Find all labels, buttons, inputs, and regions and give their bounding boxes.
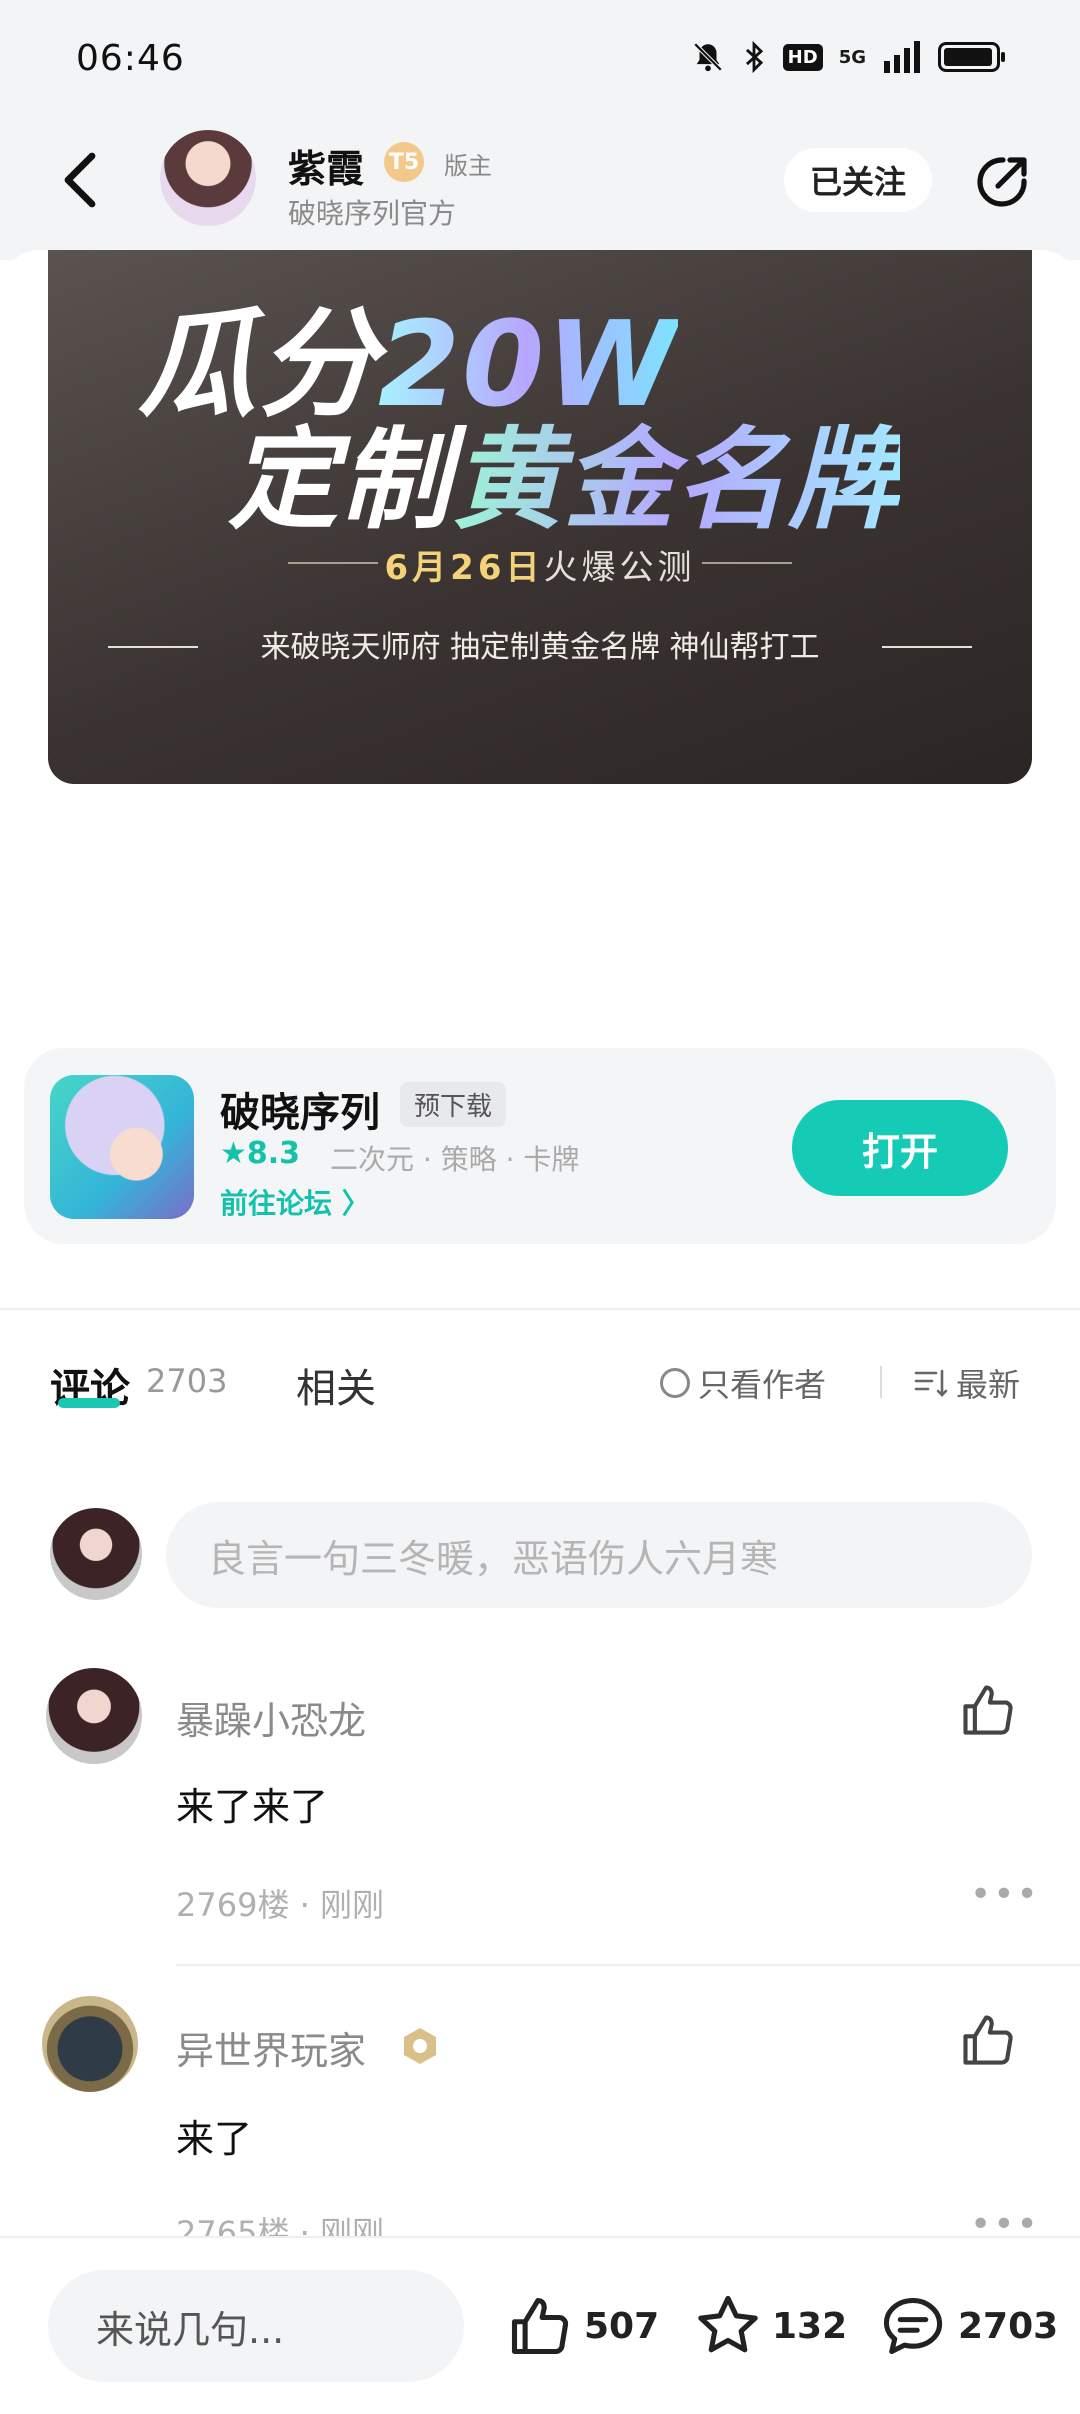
favorite-count: 132 [772, 2305, 848, 2347]
comment-bubble-icon [883, 2297, 943, 2355]
open-game-button[interactable]: 打开 [792, 1100, 1008, 1196]
banner-headline-2: 定制黄金名牌 [228, 416, 900, 544]
thumbs-up-icon[interactable] [958, 2010, 1018, 2070]
chevron-left-icon [64, 152, 96, 208]
sort-button[interactable]: 最新 [914, 1360, 1020, 1406]
comment-button[interactable]: 2703 [878, 2292, 1058, 2360]
my-avatar [50, 1508, 142, 1600]
tab-active-indicator [58, 1398, 120, 1408]
comment-text: 来了 [176, 2117, 253, 2161]
hd-badge: HD [782, 43, 823, 71]
thumbs-up-icon[interactable] [958, 1680, 1018, 1740]
chevron-right-icon: 〉 [341, 1187, 370, 1220]
comment-count: 2703 [146, 1362, 228, 1400]
commenter-name[interactable]: 暴躁小恐龙 [176, 1690, 366, 1745]
thumbs-up-icon [511, 2297, 569, 2355]
comment-input[interactable]: 良言一句三冬暖，恶语伤人六月寒 [166, 1502, 1032, 1608]
commenter-name[interactable]: 异世界玩家 [176, 2020, 366, 2075]
banner-subline: 来破晓天师府 抽定制黄金名牌 神仙帮打工 [260, 630, 820, 665]
forum-link[interactable]: 前往论坛 〉 [220, 1182, 370, 1222]
author-level-badge: T5 [384, 142, 424, 182]
commenter-avatar[interactable] [42, 1996, 138, 2092]
bluetooth-icon [745, 40, 763, 74]
share-icon [977, 157, 1027, 207]
bottom-comment-input[interactable]: 来说几句... [48, 2270, 464, 2382]
share-button[interactable] [966, 146, 1038, 218]
mute-bell-icon [693, 42, 722, 72]
status-icons: HD 5G [691, 40, 1005, 74]
battery-icon [938, 42, 1005, 72]
comment-text: 来了来了 [176, 1785, 329, 1829]
like-count: 507 [584, 2305, 660, 2347]
game-status-tag: 预下载 [400, 1082, 507, 1127]
more-options-icon[interactable]: ••• [970, 1874, 1040, 1915]
author-avatar[interactable] [160, 130, 256, 226]
commenter-avatar[interactable] [46, 1668, 142, 1764]
sort-icon [914, 1369, 948, 1397]
like-button[interactable]: 507 [506, 2292, 659, 2360]
author-subtitle: 破晓序列官方 [288, 197, 457, 230]
back-button[interactable] [50, 150, 110, 210]
signal-icon [884, 41, 920, 73]
section-divider [0, 1308, 1080, 1310]
star-outline-icon [698, 2295, 758, 2353]
hexagon-badge-icon [400, 2026, 440, 2066]
comment-divider [176, 1964, 1080, 1966]
only-author-toggle[interactable]: 只看作者 [660, 1360, 826, 1406]
comment-total: 2703 [958, 2305, 1059, 2347]
banner-date: 6月26日火爆公测 [384, 548, 696, 588]
follow-button[interactable]: 已关注 [784, 148, 932, 212]
favorite-button[interactable]: 132 [694, 2292, 847, 2360]
toolbar-separator [880, 1366, 882, 1398]
network-label: 5G [838, 46, 866, 68]
star-icon: ★ [220, 1136, 247, 1171]
game-name[interactable]: 破晓序列 [220, 1080, 380, 1138]
radio-circle-icon [660, 1368, 690, 1398]
promo-banner[interactable]: 瓜分20W 定制黄金名牌 6月26日火爆公测 来破晓天师府 抽定制黄金名牌 神仙… [48, 250, 1032, 784]
game-icon[interactable] [50, 1075, 194, 1219]
status-time: 06:46 [76, 38, 185, 79]
game-genres: 二次元 · 策略 · 卡牌 [330, 1143, 580, 1176]
author-name[interactable]: 紫霞 [288, 138, 364, 193]
comment-meta: 2769楼 · 刚刚 [176, 1886, 384, 1924]
game-rating: ★8.3 [220, 1136, 301, 1171]
tab-related[interactable]: 相关 [296, 1356, 376, 1414]
author-role: 版主 [444, 152, 492, 180]
